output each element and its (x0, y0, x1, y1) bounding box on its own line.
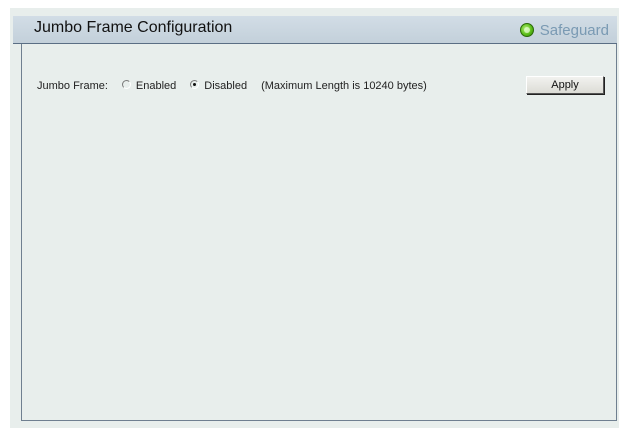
panel-header: Jumbo Frame Configuration Safeguard (13, 16, 617, 44)
apply-button[interactable]: Apply (526, 76, 604, 94)
radio-disabled-circle[interactable] (190, 79, 200, 89)
jumbo-frame-row: Jumbo Frame: Enabled Disabled (Maximum L… (37, 78, 427, 94)
page: Jumbo Frame Configuration Safeguard Jumb… (0, 0, 620, 428)
radio-enabled-circle[interactable] (121, 79, 131, 89)
radio-disabled-label[interactable]: Disabled (204, 80, 247, 92)
safeguard-indicator: Safeguard (519, 19, 609, 41)
page-title: Jumbo Frame Configuration (34, 19, 233, 36)
jumbo-frame-label: Jumbo Frame: (37, 80, 108, 92)
status-dot-icon (519, 23, 534, 37)
radio-enabled[interactable]: Enabled (121, 79, 176, 92)
radio-disabled[interactable]: Disabled (190, 79, 247, 92)
safeguard-label: Safeguard (539, 21, 609, 39)
panel-body (21, 44, 617, 421)
max-length-note: (Maximum Length is 10240 bytes) (261, 80, 427, 92)
radio-enabled-label[interactable]: Enabled (136, 80, 176, 92)
